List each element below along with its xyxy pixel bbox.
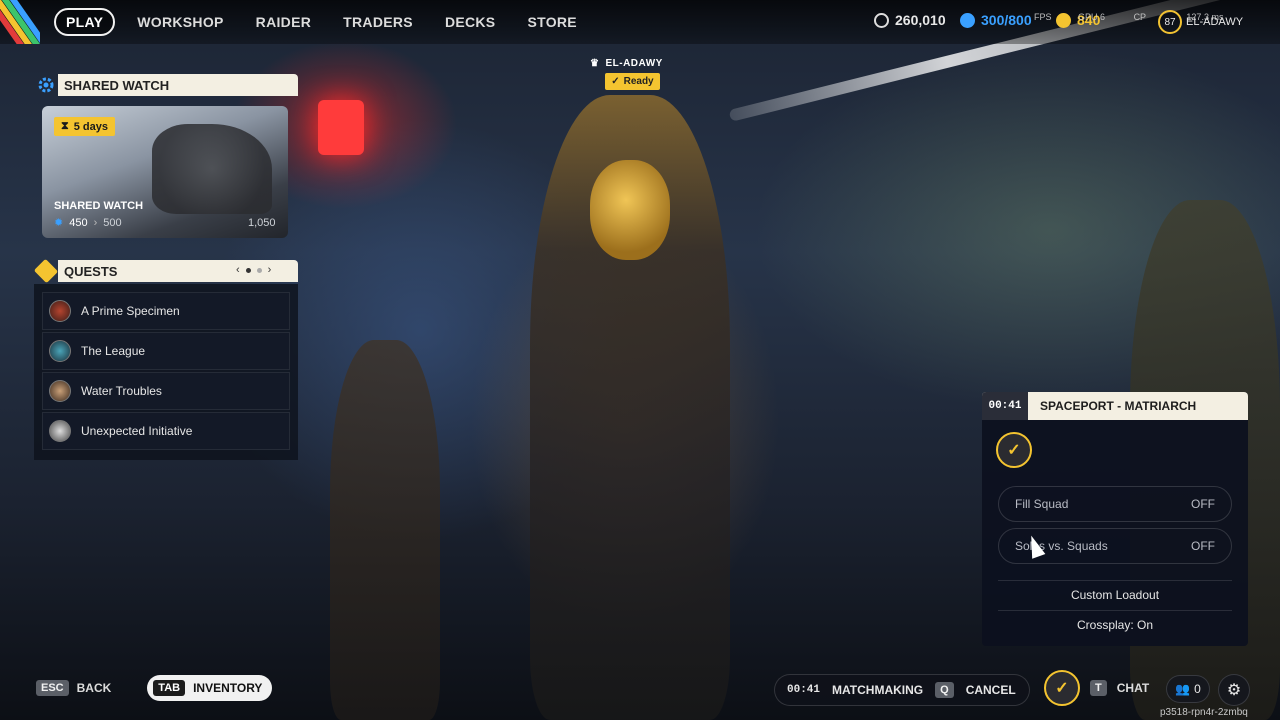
session-id: p3518-rpn4r-2zmbq bbox=[1160, 707, 1248, 718]
chevron-right-icon[interactable]: › bbox=[268, 264, 272, 276]
friends-icon: 👥 bbox=[1175, 682, 1191, 696]
map-title: SPACEPORT - MATRIARCH bbox=[1040, 399, 1197, 413]
quest-item[interactable]: Unexpected Initiative bbox=[42, 412, 290, 450]
premium-value: 300/800 bbox=[981, 12, 1032, 28]
top-bar: PLAY WORKSHOP RAIDER TRADERS DECKS STORE… bbox=[0, 0, 1280, 44]
coins-currency: 260,010 bbox=[874, 12, 946, 28]
quests-pager: ‹ › bbox=[236, 264, 271, 276]
quest-label: Unexpected Initiative bbox=[81, 424, 193, 438]
cancel-button[interactable]: CANCEL bbox=[966, 683, 1016, 697]
bottom-left-actions: ESC BACK TAB INVENTORY bbox=[36, 675, 273, 701]
settings-gear-icon[interactable]: ⚙ bbox=[1218, 674, 1250, 706]
nav-store[interactable]: STORE bbox=[527, 14, 576, 30]
quest-label: The League bbox=[81, 344, 146, 358]
chevron-left-icon[interactable]: ‹ bbox=[236, 264, 240, 276]
esc-key: ESC bbox=[36, 680, 69, 696]
matchmaking-panel: 00:41 SPACEPORT - MATRIARCH ✓ Fill Squad… bbox=[982, 392, 1248, 646]
brand-stripes bbox=[0, 0, 40, 44]
t-key: T bbox=[1090, 680, 1107, 696]
watch-image bbox=[152, 124, 272, 214]
shared-watch-header: SHARED WATCH bbox=[58, 74, 298, 96]
matchmaking-label: MATCHMAKING bbox=[832, 683, 924, 697]
matchmaking-bar: 00:41 MATCHMAKING Q CANCEL bbox=[774, 674, 1030, 706]
ready-label: Ready bbox=[623, 76, 654, 87]
quest-label: A Prime Specimen bbox=[81, 304, 180, 318]
nav-workshop[interactable]: WORKSHOP bbox=[137, 14, 223, 30]
matchmaking-bar-timer: 00:41 bbox=[787, 684, 821, 696]
inventory-label: INVENTORY bbox=[193, 681, 263, 695]
player-character-mask bbox=[590, 160, 670, 260]
premium-currency: 300/800 bbox=[960, 12, 1032, 28]
chevron-right-icon: › bbox=[93, 216, 98, 229]
custom-loadout-button[interactable]: Custom Loadout bbox=[998, 588, 1232, 602]
back-button[interactable]: BACK bbox=[77, 681, 112, 695]
solos-value: OFF bbox=[1191, 539, 1215, 553]
player-name-row: ♛ EL-ADAWY bbox=[590, 58, 663, 69]
player-tag: ♛ EL-ADAWY ✓ Ready bbox=[590, 58, 663, 90]
perf-fps: FPS bbox=[1034, 12, 1052, 22]
chat-button[interactable]: T CHAT bbox=[1090, 680, 1149, 696]
shared-watch-title: SHARED WATCH bbox=[54, 200, 144, 212]
inventory-button[interactable]: TAB INVENTORY bbox=[147, 675, 273, 701]
chat-label: CHAT bbox=[1116, 681, 1150, 695]
divider bbox=[998, 580, 1232, 581]
page-dot[interactable] bbox=[256, 267, 262, 273]
nav-decks[interactable]: DECKS bbox=[445, 14, 496, 30]
shared-watch-progress: ✹ 450 › 500 bbox=[54, 216, 122, 230]
hourglass-icon: ⧗ bbox=[61, 120, 69, 132]
crown-icon: ♛ bbox=[590, 58, 600, 69]
quests-list: A Prime Specimen The League Water Troubl… bbox=[34, 284, 298, 460]
perf-cpu: CP bbox=[1133, 12, 1146, 22]
progress-current: 450 bbox=[69, 216, 88, 229]
quest-label: Water Troubles bbox=[81, 384, 162, 398]
fill-squad-value: OFF bbox=[1191, 497, 1215, 511]
ready-badge: ✓ Ready bbox=[605, 73, 660, 90]
nav-play[interactable]: PLAY bbox=[54, 8, 116, 36]
gear-small-icon: ✹ bbox=[54, 217, 64, 229]
days-badge: ⧗ 5 days bbox=[54, 117, 115, 136]
fill-squad-label: Fill Squad bbox=[1015, 497, 1069, 511]
perf-gpu: GPU 6 bbox=[1078, 12, 1106, 22]
premium-coin-icon bbox=[960, 12, 975, 28]
progress-next: 500 bbox=[103, 216, 122, 229]
level-badge: 87 bbox=[1158, 10, 1182, 34]
quest-avatar bbox=[49, 340, 71, 362]
q-key: Q bbox=[935, 682, 954, 698]
quest-icon bbox=[33, 258, 59, 284]
tab-key: TAB bbox=[153, 680, 186, 696]
background-character-left bbox=[330, 340, 440, 720]
page-dot-active[interactable] bbox=[245, 267, 251, 273]
player-name: EL-ADAWY bbox=[605, 58, 663, 69]
squad-emblem-icon[interactable]: ✓ bbox=[1044, 670, 1080, 706]
crossplay-button[interactable]: Crossplay: On bbox=[998, 618, 1232, 632]
quest-avatar bbox=[49, 420, 71, 442]
coins-value: 260,010 bbox=[895, 12, 946, 28]
quest-item[interactable]: Water Troubles bbox=[42, 372, 290, 410]
gear-icon bbox=[34, 74, 58, 96]
main-nav: PLAY WORKSHOP RAIDER TRADERS DECKS STORE bbox=[54, 8, 609, 36]
squad-emblem-icon: ✓ bbox=[996, 432, 1032, 468]
matchmaking-timer: 00:41 bbox=[982, 392, 1028, 420]
nav-traders[interactable]: TRADERS bbox=[343, 14, 413, 30]
quest-item[interactable]: A Prime Specimen bbox=[42, 292, 290, 330]
nav-raider[interactable]: RAIDER bbox=[256, 14, 311, 30]
progress-max: 1,050 bbox=[248, 217, 276, 229]
quest-avatar bbox=[49, 300, 71, 322]
quest-avatar bbox=[49, 380, 71, 402]
friends-button[interactable]: 👥 0 bbox=[1166, 675, 1210, 703]
friends-count: 0 bbox=[1194, 682, 1201, 696]
matchmaking-header: 00:41 SPACEPORT - MATRIARCH bbox=[982, 392, 1248, 420]
red-lamp bbox=[318, 100, 364, 155]
check-icon: ✓ bbox=[611, 76, 620, 87]
coin-icon bbox=[874, 12, 889, 28]
divider bbox=[998, 610, 1232, 611]
fill-squad-toggle[interactable]: Fill Squad OFF bbox=[998, 486, 1232, 522]
days-label: 5 days bbox=[73, 120, 108, 133]
user-profile[interactable]: 87 EL-ADAWY bbox=[1158, 10, 1243, 34]
username: EL-ADAWY bbox=[1186, 16, 1244, 28]
quest-item[interactable]: The League bbox=[42, 332, 290, 370]
